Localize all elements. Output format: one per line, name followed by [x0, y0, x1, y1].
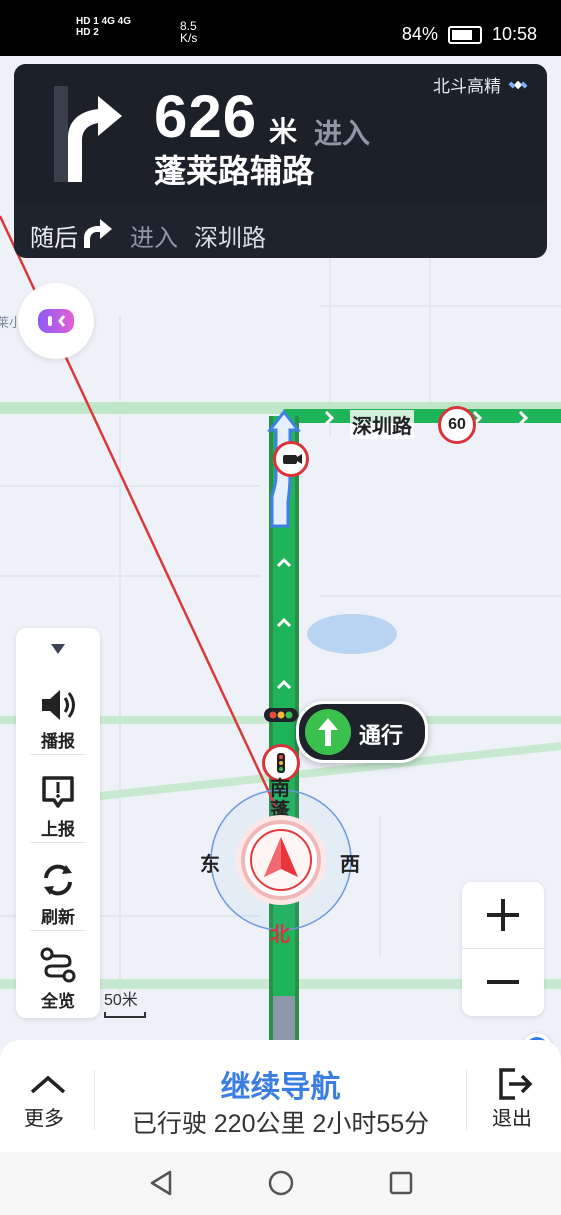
broadcast-button[interactable]: 播报 [16, 686, 100, 752]
overview-button[interactable]: 全览 [16, 946, 100, 1012]
map-scale-bar [104, 1012, 146, 1018]
road-label-shenzhen: 深圳路 [350, 410, 414, 439]
speed-camera-icon [273, 441, 309, 477]
collapse-icon[interactable] [50, 642, 66, 660]
battery-icon [447, 25, 482, 44]
net-speed: 8.5 K/s [180, 19, 198, 45]
speed-limit-sign: 60 [438, 406, 476, 444]
battery-percent: 84% [401, 24, 438, 44]
exit-icon [499, 1068, 533, 1100]
system-navigation-bar [0, 1152, 561, 1215]
next-road-name: 蓬莱路辅路 [154, 153, 315, 189]
positioning-status: 北斗高精 [433, 72, 529, 97]
speaker-icon [42, 690, 75, 720]
report-icon [42, 776, 74, 808]
home-icon[interactable] [266, 1168, 296, 1198]
route-overview-icon [40, 947, 76, 983]
plus-icon [487, 899, 519, 931]
navigation-bottom-bar: 更多 继续导航 已行驶 220公里 2小时55分 退出 [0, 1040, 561, 1152]
traffic-signal-bubble: 通行 [296, 701, 428, 763]
zoom-out-button[interactable] [462, 949, 544, 1015]
then-label: 随后 [30, 225, 78, 252]
status-bar: HD 1 4G 4G HD 2 8.5 K/s 84% 10:58 [0, 0, 561, 56]
voice-assistant-button[interactable] [18, 283, 94, 359]
straight-arrow-icon [305, 709, 351, 755]
refresh-button[interactable]: 刷新 [16, 860, 100, 928]
guidance-card[interactable]: 626 米 进入 蓬莱路辅路 北斗高精 随后 进入 深圳路 [14, 64, 547, 258]
compass-north: 北 [270, 924, 290, 946]
zoom-in-button[interactable] [462, 882, 544, 948]
continue-navigation-button[interactable]: 继续导航 已行驶 220公里 2小时55分 [95, 1040, 465, 1152]
then-action: 进入 [130, 225, 178, 252]
compass-west: 西 [340, 854, 360, 876]
distance-unit: 米 [269, 116, 298, 147]
zoom-control [462, 882, 544, 1016]
network-indicator: HD 1 4G 4G HD 2 [76, 16, 132, 38]
recents-icon[interactable] [386, 1168, 416, 1198]
then-road: 深圳路 [194, 225, 266, 252]
turn-action: 进入 [314, 118, 371, 149]
map-scale: 50米 [104, 992, 138, 1009]
exit-button[interactable]: 退出 [467, 1040, 561, 1152]
compass-east: 东 [200, 854, 220, 876]
report-button[interactable]: 上报 [16, 772, 100, 840]
traffic-light-sign-icon [262, 744, 300, 782]
minus-icon [487, 980, 519, 984]
then-turn-right-icon [80, 216, 116, 255]
car-position-icon [236, 815, 326, 905]
refresh-icon [44, 864, 72, 896]
clock: 10:58 [491, 24, 537, 44]
assistant-icon [38, 309, 74, 333]
turn-right-icon [48, 82, 128, 191]
traffic-light-icon [264, 708, 298, 722]
turn-distance: 626 [154, 83, 258, 150]
map-tool-sidebar: 播报 上报 刷新 全览 [16, 628, 100, 1018]
satellite-icon [508, 80, 528, 89]
back-icon[interactable] [146, 1168, 176, 1198]
